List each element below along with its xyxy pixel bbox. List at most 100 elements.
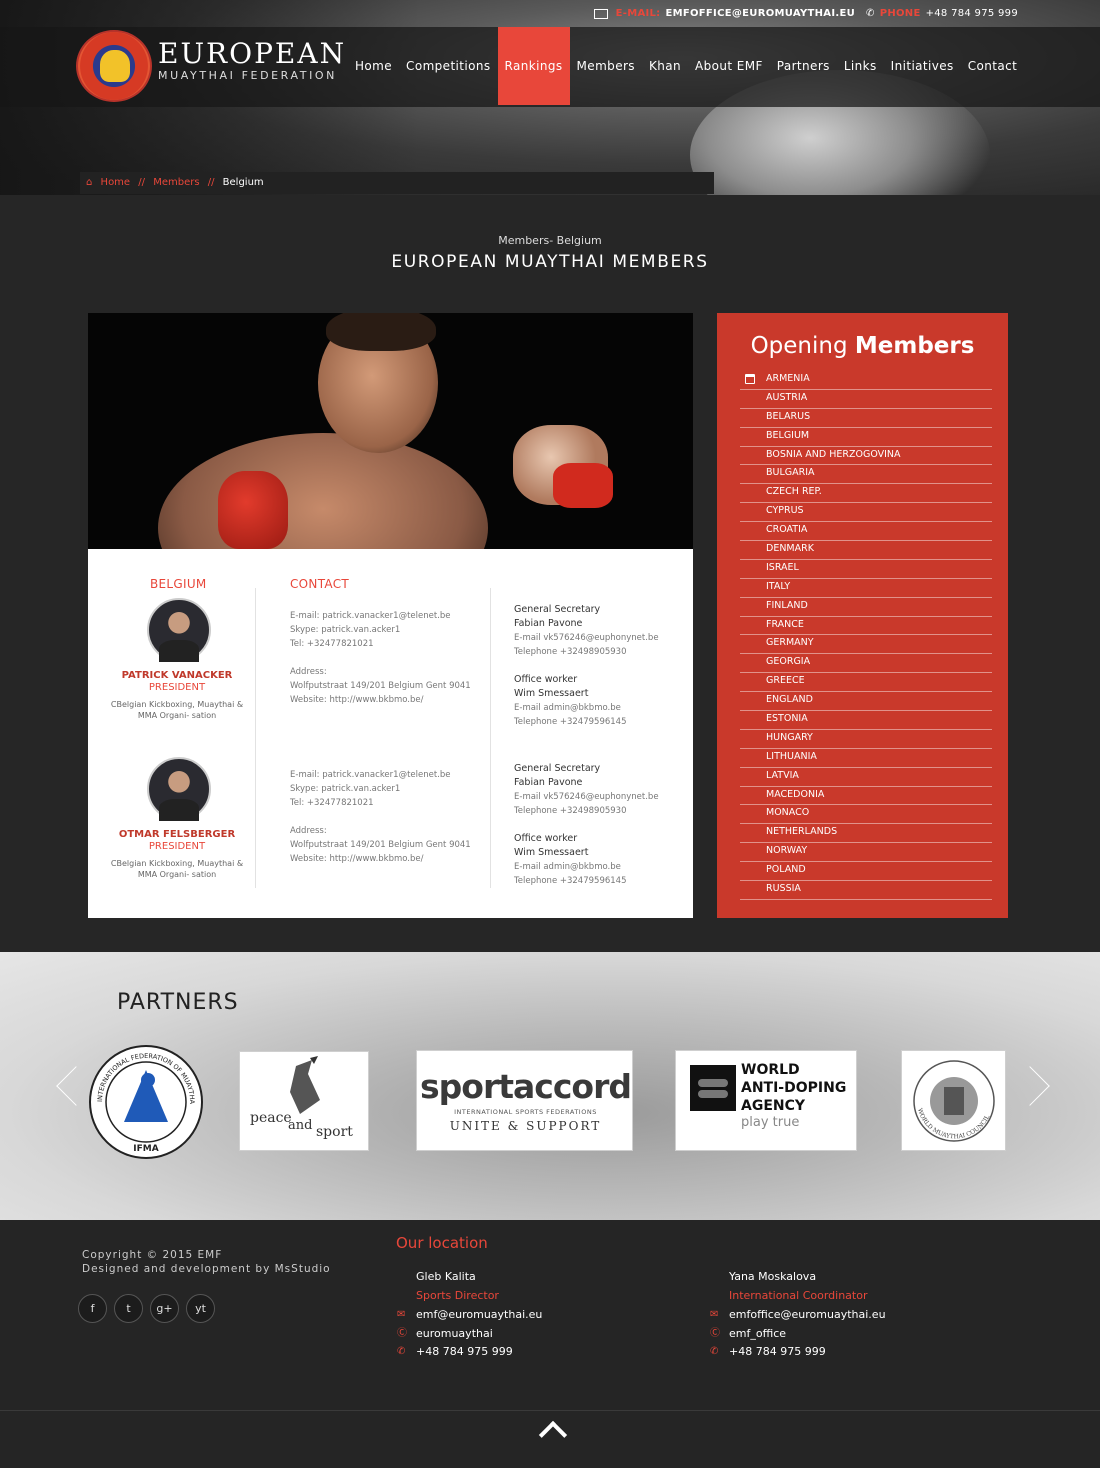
sidebar-item-country[interactable]: GEORGIA: [740, 654, 992, 674]
contact-phone: ✆ +48 784 975 999: [397, 1345, 513, 1358]
sidebar-item-country[interactable]: FRANCE: [740, 617, 992, 636]
sidebar-item-country[interactable]: ARMENIA: [740, 371, 992, 390]
world-muaythai-council-logo[interactable]: WORLD MUAYTHAI COUNCIL: [901, 1050, 1006, 1151]
facebook-icon[interactable]: f: [78, 1294, 107, 1323]
sidebar-item-country[interactable]: ESTONIA: [740, 711, 992, 730]
sidebar-item-country[interactable]: BOSNIA AND HERZOGOVINA: [740, 447, 992, 466]
sidebar-item-country[interactable]: FINLAND: [740, 598, 992, 617]
nav-links[interactable]: Links: [837, 27, 884, 105]
country-list: ARMENIA AUSTRIA BELARUS BELGIUM BOSNIA AND H…: [740, 371, 992, 900]
sidebar-item-country[interactable]: MACEDONIA: [740, 787, 992, 806]
nav-partners[interactable]: Partners: [770, 27, 837, 105]
page-title: EUROPEAN MUAYTHAI MEMBERS: [391, 252, 709, 272]
wada-logo[interactable]: WORLD ANTI-DOPING AGENCY play true: [675, 1050, 857, 1151]
peace-and-sport-logo[interactable]: peace and sport: [239, 1051, 369, 1151]
sportaccord-logo[interactable]: sportaccord INTERNATIONAL SPORTS FEDERAT…: [416, 1050, 633, 1151]
contact-name: Yana Moskalova: [729, 1270, 817, 1283]
red-handwrap-right: [553, 463, 613, 508]
staff-block: General Secretary Fabian Pavone E-mail v…: [514, 763, 659, 886]
sidebar-item-country[interactable]: POLAND: [740, 862, 992, 882]
contact-phone: ✆ +48 784 975 999: [710, 1345, 826, 1358]
youtube-icon[interactable]: yt: [186, 1294, 215, 1323]
contact-email[interactable]: ✉ emfoffice@euromuaythai.eu: [710, 1308, 886, 1321]
sidebar-item-country[interactable]: NORWAY: [740, 843, 992, 863]
header-email-link[interactable]: EMFOFFICE@EUROMUAYTHAI.EU: [665, 8, 855, 19]
sidebar-item-country[interactable]: DENMARK: [740, 541, 992, 560]
google-plus-icon[interactable]: g+: [150, 1294, 179, 1323]
sidebar-item-country[interactable]: CZECH REP.: [740, 484, 992, 504]
emf-logo[interactable]: [76, 30, 152, 102]
home-icon: ⌂: [86, 177, 93, 188]
contact-skype[interactable]: Ⓒemf_office: [710, 1327, 786, 1340]
wada-mark-icon: [690, 1065, 736, 1111]
avatar: [147, 598, 211, 662]
nav-about[interactable]: About EMF: [688, 27, 770, 105]
sidebar-item-country[interactable]: LITHUANIA: [740, 749, 992, 768]
contact-role: Sports Director: [416, 1289, 499, 1302]
sidebar-item-country[interactable]: BELARUS: [740, 409, 992, 428]
sidebar-item-country[interactable]: NETHERLANDS: [740, 824, 992, 844]
sidebar-item-country[interactable]: GERMANY: [740, 635, 992, 655]
president-role: PRESIDENT: [148, 841, 206, 852]
top-contact-bar: E-MAIL: EMFOFFICE@EUROMUAYTHAI.EU ✆ PHON…: [0, 0, 1100, 27]
president-name: PATRICK VANACKER: [121, 670, 233, 681]
svg-text:IFMA: IFMA: [133, 1144, 158, 1154]
email-label: E-MAIL:: [615, 8, 661, 19]
sidebar-title: Opening Members: [750, 333, 975, 359]
sidebar-item-country[interactable]: BULGARIA: [740, 465, 992, 485]
sidebar-item-country[interactable]: CYPRUS: [740, 503, 992, 523]
brand-title[interactable]: EUROPEAN: [158, 37, 346, 70]
contact-email[interactable]: ✉ emf@euromuaythai.eu: [397, 1308, 542, 1321]
nav-initiatives[interactable]: Initiatives: [884, 27, 961, 105]
skype-icon: Ⓒ: [397, 1328, 407, 1339]
header-phone: +48 784 975 999: [925, 8, 1018, 19]
sidebar-item-country[interactable]: ISRAEL: [740, 560, 992, 579]
sidebar-item-country[interactable]: AUSTRIA: [740, 390, 992, 409]
breadcrumb-current: Belgium: [222, 177, 264, 188]
location-title: Our location: [396, 1234, 488, 1252]
mail-icon: ✉: [397, 1309, 406, 1320]
sidebar-item-country[interactable]: MONACO: [740, 805, 992, 825]
nav-rankings[interactable]: Rankings: [497, 27, 570, 105]
phone-icon: ✆: [710, 1346, 719, 1357]
main-nav: Home Competitions Rankings Members Khan …: [348, 27, 1024, 105]
mail-icon: ✉: [710, 1309, 719, 1320]
sidebar-item-country[interactable]: LATVIA: [740, 768, 992, 787]
breadcrumb-members[interactable]: Members: [153, 177, 199, 188]
country-heading: BELGIUM: [150, 577, 207, 591]
sidebar-item-country[interactable]: ITALY: [740, 579, 992, 598]
member-card: BELGIUM CONTACT PATRICK VANACKER PRESIDE…: [88, 313, 693, 918]
sidebar-item-country[interactable]: RUSSIA: [740, 881, 992, 900]
twitter-icon[interactable]: t: [114, 1294, 143, 1323]
designed-by[interactable]: Designed and development by MsStudio: [82, 1263, 331, 1275]
ifma-logo[interactable]: INTERNATIONAL FEDERATION OF MUAYTHAI AMA…: [88, 1044, 204, 1160]
copyright: Copyright © 2015 EMF: [82, 1249, 223, 1261]
president-name: OTMAR FELSBERGER: [118, 829, 236, 840]
staff-block: General Secretary Fabian Pavone E-mail v…: [514, 604, 659, 727]
contact-block: E-mail: patrick.vanacker1@telenet.be Sky…: [290, 770, 471, 864]
sidebar-item-country[interactable]: ENGLAND: [740, 692, 992, 712]
brand-subtitle: MUAYTHAI FEDERATION: [158, 69, 338, 82]
president-org: CBelgian Kickboxing, Muaythai & MMA Orga…: [110, 859, 244, 879]
nav-contact[interactable]: Contact: [961, 27, 1025, 105]
contact-name: Gleb Kalita: [416, 1270, 476, 1283]
partners-title: PARTNERS: [117, 990, 239, 1015]
contact-skype[interactable]: Ⓒeuromuaythai: [397, 1327, 493, 1340]
sidebar-item-country[interactable]: GREECE: [740, 673, 992, 693]
nav-competitions[interactable]: Competitions: [399, 27, 498, 105]
skype-icon: Ⓒ: [710, 1328, 720, 1339]
sidebar-item-country[interactable]: HUNGARY: [740, 730, 992, 749]
nav-home[interactable]: Home: [348, 27, 399, 105]
breadcrumb-home[interactable]: Home: [101, 177, 131, 188]
phone-icon: ✆: [866, 8, 875, 19]
nav-khan[interactable]: Khan: [642, 27, 688, 105]
sidebar-item-country[interactable]: BELGIUM: [740, 428, 992, 447]
page-subtitle: Members- Belgium: [498, 234, 602, 247]
opening-members-sidebar: Opening Members ARMENIA AUSTRIA BELARUS BEL…: [717, 313, 1008, 918]
breadcrumb: ⌂ Home // Members // Belgium: [80, 172, 714, 194]
avatar: [147, 757, 211, 821]
phone-label: PHONE: [879, 8, 921, 19]
nav-members[interactable]: Members: [570, 27, 642, 105]
sidebar-item-country[interactable]: CROATIA: [740, 522, 992, 542]
contact-block: E-mail: patrick.vanacker1@telenet.be Sky…: [290, 611, 471, 705]
